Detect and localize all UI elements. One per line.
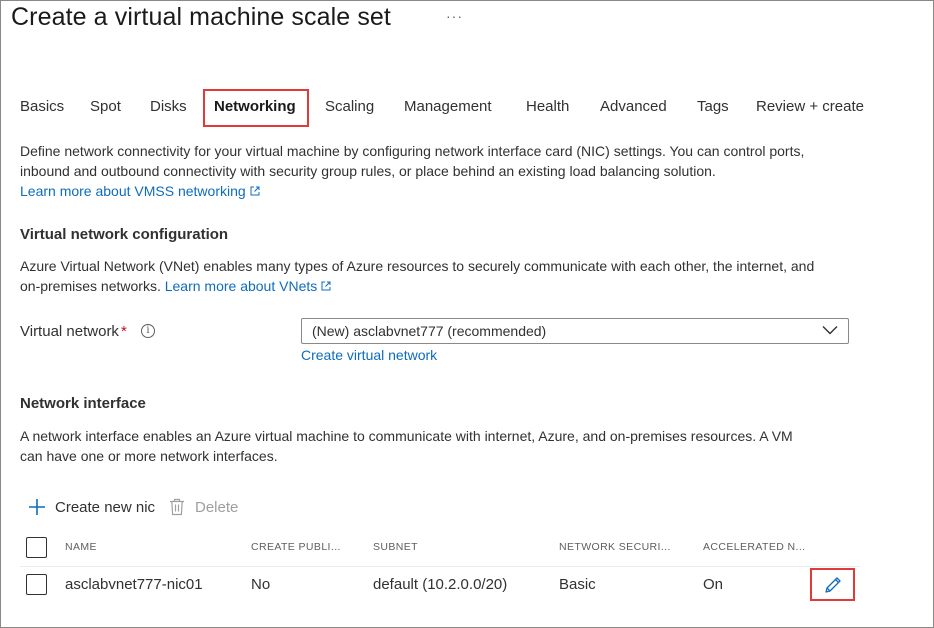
row-create-public-ip: No [251, 576, 271, 593]
column-header-name[interactable]: NAME [65, 541, 97, 553]
required-asterisk: * [120, 323, 127, 340]
column-header-network-security[interactable]: NETWORK SECURI... [559, 541, 671, 553]
tab-scaling[interactable]: Scaling [325, 98, 374, 115]
tab-basics[interactable]: Basics [20, 98, 64, 115]
tab-health[interactable]: Health [526, 98, 569, 115]
tab-advanced[interactable]: Advanced [600, 98, 667, 115]
column-header-accelerated-networking[interactable]: ACCELERATED N... [703, 541, 805, 553]
row-nic-name: asclabvnet777-nic01 [65, 576, 203, 593]
page-title: Create a virtual machine scale set [11, 3, 391, 31]
more-icon[interactable]: ··· [446, 8, 463, 24]
create-new-nic-label: Create new nic [55, 498, 156, 516]
tab-spot[interactable]: Spot [90, 98, 121, 115]
row-accelerated-networking: On [703, 576, 724, 593]
external-link-icon [250, 186, 260, 196]
trash-icon [170, 498, 184, 516]
vnet-desc-line-2: on-premises networks. [20, 278, 161, 294]
virtual-network-label-text: Virtual network [20, 323, 119, 340]
row-subnet: default (10.2.0.0/20) [373, 576, 508, 593]
column-header-create-public-ip[interactable]: CREATE PUBLI... [251, 541, 341, 553]
nic-desc-line-2: can have one or more network interfaces. [20, 448, 278, 464]
chevron-down-icon [822, 326, 838, 335]
virtual-network-label: Virtual network * [20, 323, 127, 340]
select-all-checkbox[interactable] [26, 537, 47, 558]
tab-management[interactable]: Management [404, 98, 492, 115]
virtual-network-selected-value: (New) asclabvnet777 (recommended) [312, 323, 547, 339]
column-header-subnet[interactable]: SUBNET [373, 541, 418, 553]
table-divider [20, 566, 860, 567]
delete-label: Delete [195, 498, 239, 516]
vnet-config-heading: Virtual network configuration [20, 226, 229, 243]
vnet-desc-line-2-wrap: on-premises networks. Learn more about V… [20, 276, 331, 296]
tab-review-create[interactable]: Review + create [756, 98, 864, 115]
create-new-nic-button[interactable]: Create new nic [28, 498, 155, 516]
network-interface-heading: Network interface [20, 395, 146, 412]
plus-icon [29, 499, 45, 515]
vnet-desc-line-1: Azure Virtual Network (VNet) enables man… [20, 258, 815, 274]
edit-nic-button[interactable] [810, 568, 855, 601]
create-virtual-network-link[interactable]: Create virtual network [301, 345, 437, 365]
learn-more-vnets-link[interactable]: Learn more about VNets [165, 278, 318, 294]
tab-disks[interactable]: Disks [150, 98, 187, 115]
intro-line-1: Define network connectivity for your vir… [20, 143, 805, 159]
virtual-network-dropdown[interactable]: (New) asclabvnet777 (recommended) [301, 318, 849, 344]
external-link-icon [321, 281, 331, 291]
row-network-security: Basic [559, 576, 596, 593]
nic-desc-line-1: A network interface enables an Azure vir… [20, 428, 793, 444]
window-frame [0, 0, 934, 628]
learn-more-vmss-link[interactable]: Learn more about VMSS networking [20, 181, 260, 201]
row-checkbox[interactable] [26, 574, 47, 595]
active-tab-highlight [203, 89, 309, 127]
pencil-icon [824, 576, 841, 593]
tab-tags[interactable]: Tags [697, 98, 729, 115]
learn-more-vmss-label[interactable]: Learn more about VMSS networking [20, 183, 246, 199]
info-icon[interactable]: i [141, 324, 155, 338]
intro-line-2: inbound and outbound connectivity with s… [20, 163, 716, 179]
delete-button[interactable]: Delete [169, 498, 238, 516]
